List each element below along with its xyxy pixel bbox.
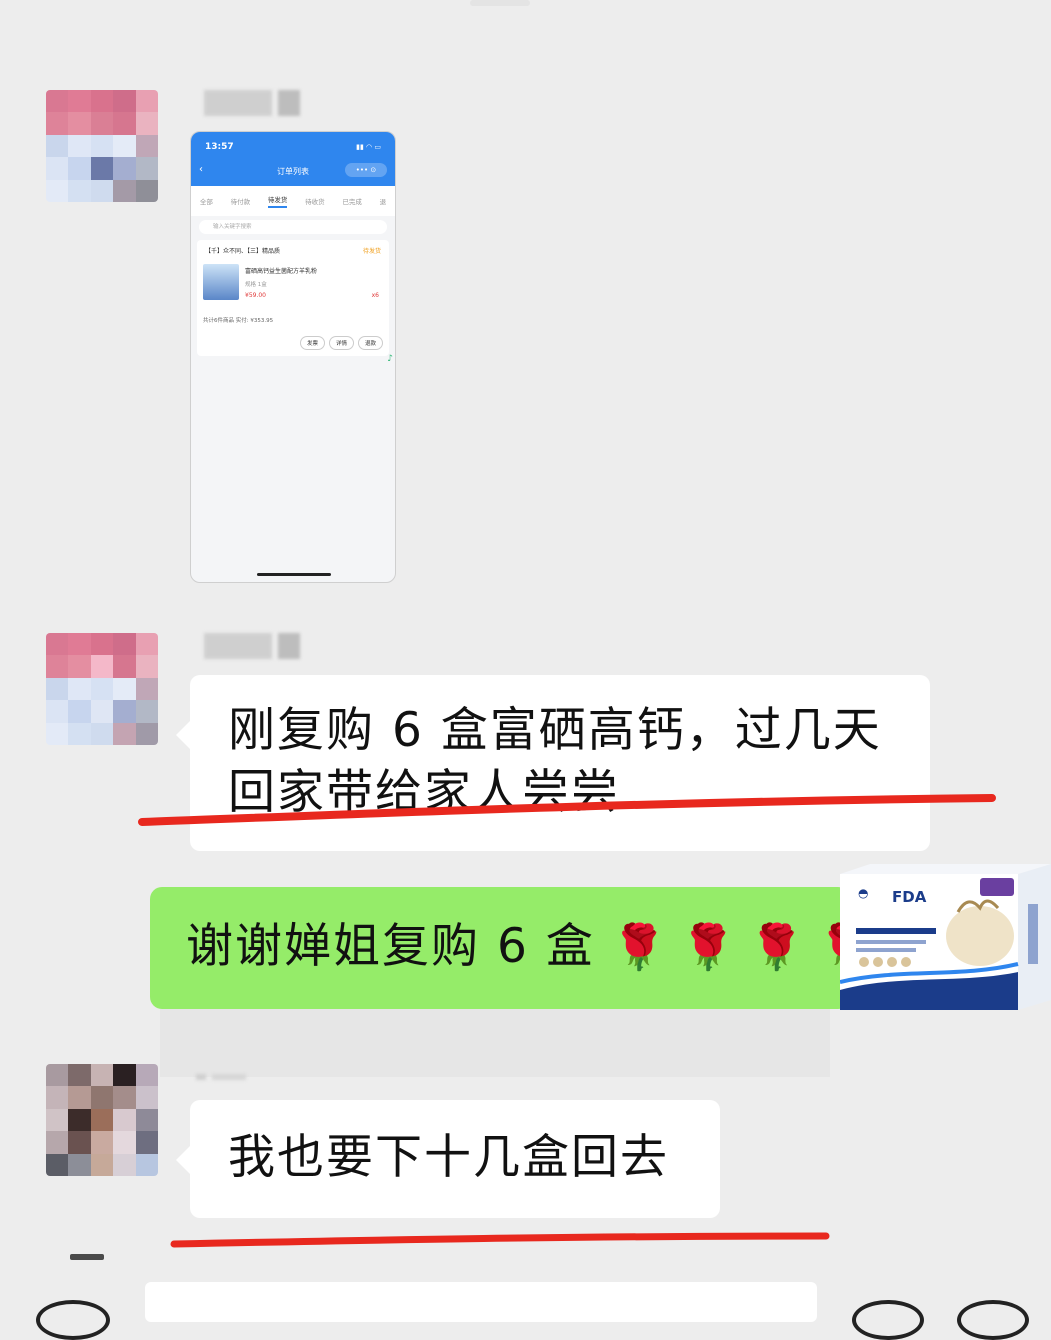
message-input[interactable] [145, 1282, 817, 1322]
avatar[interactable] [46, 633, 158, 745]
product-name: 富硒高钙益生菌配方羊乳粉 [245, 268, 318, 275]
tab-all: 全部 [199, 198, 213, 206]
signal-icon: ▮▮ ◠ ▭ [356, 143, 381, 151]
product-thumbnail [203, 264, 239, 300]
message-text: 谢谢婵姐复购 6 盒 [186, 919, 595, 974]
product-spec: 规格 1盒 [245, 282, 267, 288]
avatar[interactable] [46, 90, 158, 202]
red-underline-annotation [170, 1232, 830, 1248]
my-message-bubble[interactable]: 谢谢婵姐复购 6 盒 🌹🌹🌹🌹 [150, 887, 873, 1009]
fda-label: FDA [892, 888, 927, 906]
sender-name-blurred [204, 633, 300, 659]
order-total: 共计6件商品 实付: ¥353.95 [203, 318, 274, 324]
tab-refund: 退 [379, 198, 387, 206]
shop-name: 【千】众不同、【三】精品质 [205, 248, 281, 255]
tab-unpaid: 待付款 [230, 198, 251, 206]
invoice-button: 发票 [299, 336, 325, 350]
order-card: 【千】众不同、【三】精品质 待发货 富硒高钙益生菌配方羊乳粉 规格 1盒 ¥59… [197, 240, 389, 356]
order-buttons: 发票 详情 退款 [299, 336, 383, 350]
red-underline-annotation [138, 794, 996, 826]
tab-to-receive: 待收货 [305, 198, 325, 206]
message-text-line: 刚复购 6 盒富硒高钙，过几天 [228, 703, 882, 758]
screenshot-search: 输入关键字搜索 [199, 220, 387, 234]
music-note-icon: ♪ [387, 354, 393, 364]
order-status: 待发货 [362, 248, 381, 255]
sender-name-blurred [204, 90, 300, 116]
status-remnant [470, 0, 530, 6]
sender-name-blurred [196, 1074, 246, 1086]
tab-done: 已完成 [342, 198, 362, 206]
avatar-partial [70, 1254, 104, 1260]
product-box-image[interactable]: ◓ FDA [839, 864, 1051, 1010]
order-screenshot-image[interactable]: 13:57 ▮▮ ◠ ▭ ‹ 订单列表 ••• ⊙ 全部 待付款 待发货 待收货… [190, 131, 396, 583]
refund-button: 退款 [357, 336, 383, 350]
brand-logo-icon: ◓ [858, 886, 869, 900]
more-button-edge[interactable] [957, 1300, 1029, 1340]
product-qty: x6 [371, 292, 379, 299]
capsule-menu: ••• ⊙ [345, 163, 387, 177]
screenshot-header: 13:57 ▮▮ ◠ ▭ ‹ 订单列表 ••• ⊙ [191, 132, 395, 186]
detail-button: 详情 [328, 336, 354, 350]
avatar[interactable] [46, 1064, 158, 1176]
screenshot-time: 13:57 [205, 142, 234, 152]
screenshot-tabs: 全部 待付款 待发货 待收货 已完成 退 [191, 186, 395, 216]
message-text: 我也要下十几盒回去 [228, 1130, 669, 1185]
product-price: ¥59.00 [245, 292, 266, 299]
bubble-shadow-edge [160, 1009, 830, 1077]
home-indicator [257, 573, 331, 576]
message-bubble[interactable]: 我也要下十几盒回去 [176, 1100, 720, 1218]
voice-button-edge[interactable] [36, 1300, 110, 1340]
emoji-button-edge[interactable] [852, 1300, 924, 1340]
product-box-graphic [839, 864, 1051, 1010]
tab-to-ship: 待发货 [267, 194, 288, 208]
